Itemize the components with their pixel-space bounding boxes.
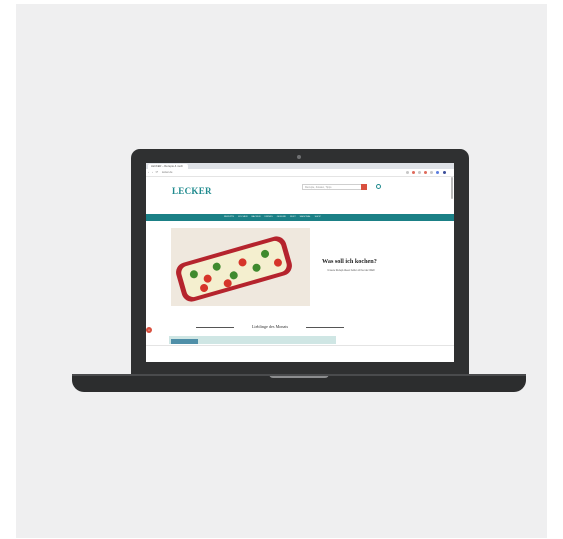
section-line-right [306,327,344,328]
url-field[interactable]: lecker.de [162,170,202,175]
dish-contents [179,239,289,299]
extension-icon[interactable] [418,171,421,174]
nav-item[interactable]: SHOP [315,214,321,221]
hero-subtitle: Unsere Rezept-Ideen helfen dir bei der W… [327,269,375,272]
browser-nav-buttons[interactable]: ‹ › ⟳ [148,170,159,175]
nav-item[interactable]: KOCHEN [238,214,247,221]
nav-item[interactable]: BACKEN [251,214,260,221]
extension-icon[interactable] [406,171,409,174]
profile-icon[interactable] [443,171,446,174]
user-icon[interactable] [376,184,381,189]
laptop-base [72,374,526,392]
nav-item[interactable]: DRINKS [264,214,272,221]
nav-item[interactable]: FEST [290,214,296,221]
extension-icon[interactable] [436,171,439,174]
hero-image[interactable] [171,228,310,306]
search-button[interactable] [361,184,367,190]
search-input[interactable]: Rezepte, Zutaten, Tipps [302,184,362,190]
webcam [297,155,301,159]
scrollbar[interactable] [451,177,453,199]
browser-address-bar: ‹ › ⟳ lecker.de [146,169,454,177]
recipe-thumbnail[interactable] [171,339,198,344]
nav-items: REZEPTE KOCHEN BACKEN DRINKS GESUND FEST SAISO… [224,214,321,221]
viewport-divider [146,345,454,346]
laptop-base-edge [72,374,526,376]
nav-item[interactable]: REZEPTE [224,214,234,221]
main-navigation: REZEPTE KOCHEN BACKEN DRINKS GESUND FEST SAISO… [146,214,454,221]
hero-title: Was soll ich kochen? [322,258,377,265]
close-icon[interactable]: x [146,327,152,333]
nav-item[interactable]: GESUND [277,214,286,221]
site-logo[interactable]: LECKER [172,186,212,196]
baking-dish [173,234,295,304]
laptop-screen: LECKER – Rezepte & mehr ‹ › ⟳ lecker.de … [146,163,454,362]
extension-icon[interactable] [412,171,415,174]
extension-icon[interactable] [424,171,427,174]
section-header: Lieblinge des Monats [196,323,344,331]
extension-icon[interactable] [430,171,433,174]
laptop-lid: LECKER – Rezepte & mehr ‹ › ⟳ lecker.de … [131,149,469,376]
nav-item[interactable]: SAISONAL [300,214,311,221]
